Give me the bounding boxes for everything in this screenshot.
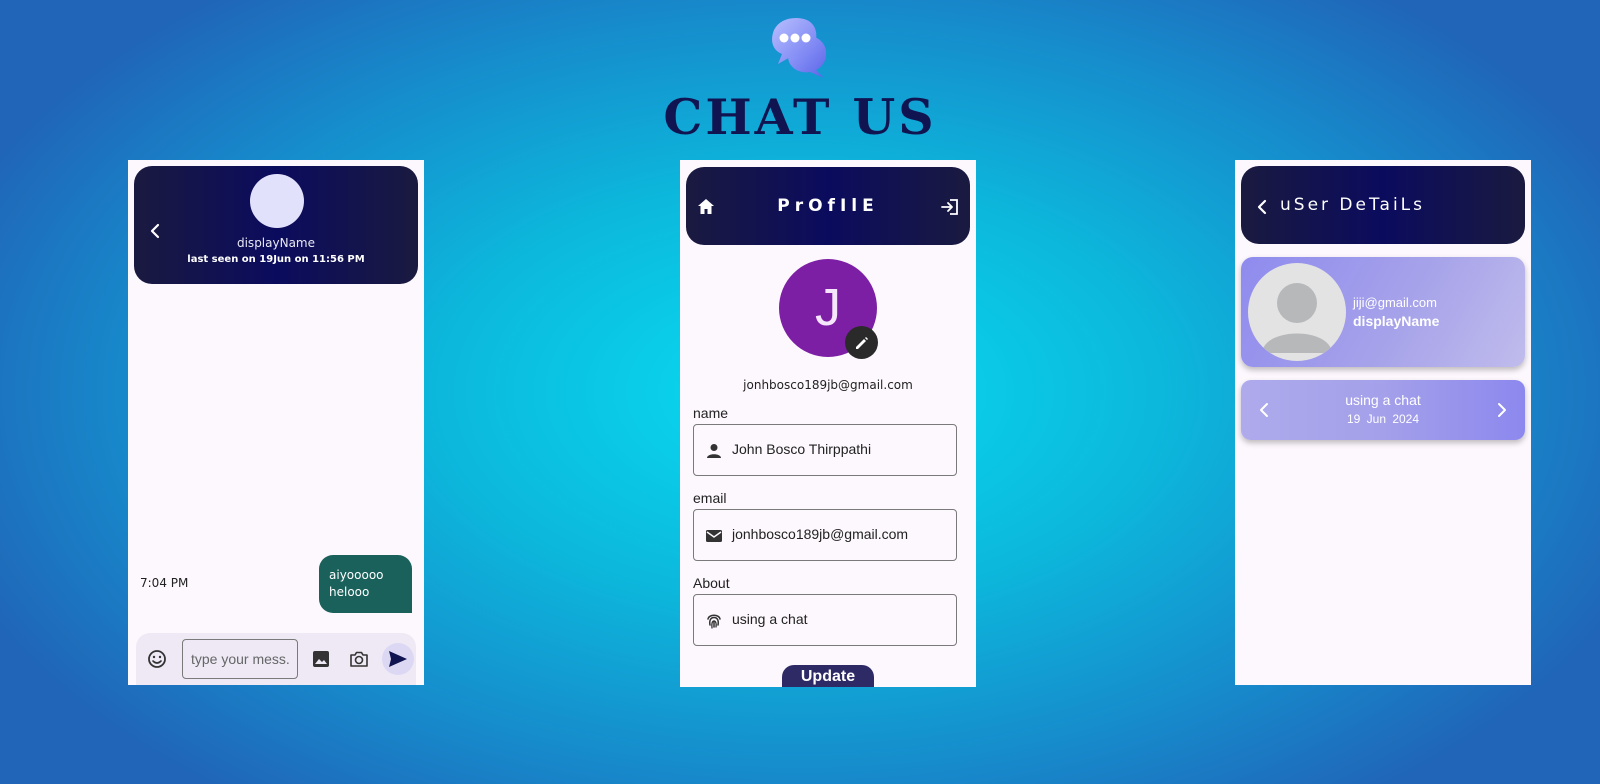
mail-icon [706, 530, 722, 542]
user-details-title: uSer DeTaiLs [1280, 195, 1426, 215]
message-time: 7:04 PM [140, 576, 189, 590]
chat-bubbles-logo-icon [772, 18, 827, 78]
name-field-value: John Bosco Thirppathi [732, 441, 872, 457]
edit-avatar-button[interactable] [845, 326, 878, 359]
user-avatar[interactable] [1248, 263, 1346, 361]
email-field-value: jonhbosco189jb@gmail.com [732, 526, 909, 542]
message-input[interactable] [182, 639, 298, 679]
default-person-icon [1262, 283, 1332, 353]
name-field-label: name [693, 405, 729, 421]
about-field[interactable]: using a chat [693, 594, 957, 646]
logout-icon[interactable] [940, 197, 960, 217]
person-icon [707, 444, 721, 458]
user-info-card: jiji@gmail.com displayName [1241, 257, 1525, 367]
user-email: jiji@gmail.com [1353, 295, 1437, 310]
send-button[interactable] [382, 643, 414, 675]
profile-title: PrOfIlE [777, 196, 879, 216]
profile-email: jonhbosco189jb@gmail.com [743, 378, 913, 392]
user-details-screen: uSer DeTaiLs jiji@gmail.com displayName … [1235, 160, 1531, 685]
contact-avatar[interactable] [250, 174, 304, 228]
name-field[interactable]: John Bosco Thirppathi [693, 424, 957, 476]
profile-screen: PrOfIlE J jonhbosco189jb@gmail.com name … [680, 160, 976, 687]
update-button[interactable]: Update [782, 665, 874, 687]
chevron-right-icon[interactable] [1495, 400, 1509, 420]
chat-screen: displayName last seen on 19Jun on 11:56 … [128, 160, 424, 685]
email-field[interactable]: jonhbosco189jb@gmail.com [693, 509, 957, 561]
email-field-label: email [693, 490, 727, 506]
about-card: using a chat 19 Jun 2024 [1241, 380, 1525, 440]
emoji-icon[interactable] [146, 648, 168, 670]
contact-name: displayName [236, 236, 315, 250]
message-text: aiyooooo helooo [329, 568, 384, 599]
app-title: CHAT US [663, 88, 937, 146]
about-date: 19 Jun 2024 [1346, 412, 1420, 426]
back-arrow-icon[interactable] [1255, 196, 1269, 218]
pencil-icon [855, 336, 868, 349]
user-display-name: displayName [1353, 313, 1440, 329]
user-details-header: uSer DeTaiLs [1241, 166, 1525, 244]
message-input-bar [136, 633, 416, 685]
avatar-letter: J [815, 279, 841, 337]
chat-header: displayName last seen on 19Jun on 11:56 … [134, 166, 418, 284]
last-seen-status: last seen on 19Jun on 11:56 PM [187, 254, 365, 265]
image-gallery-icon[interactable] [310, 648, 332, 670]
fingerprint-icon [707, 614, 721, 629]
about-field-label: About [693, 575, 730, 591]
camera-icon[interactable] [348, 648, 370, 670]
about-field-value: using a chat [732, 611, 808, 627]
profile-header: PrOfIlE [686, 167, 970, 245]
about-status-text: using a chat [1345, 392, 1421, 408]
message-bubble[interactable]: aiyooooo helooo [319, 555, 412, 613]
send-icon [389, 651, 407, 667]
